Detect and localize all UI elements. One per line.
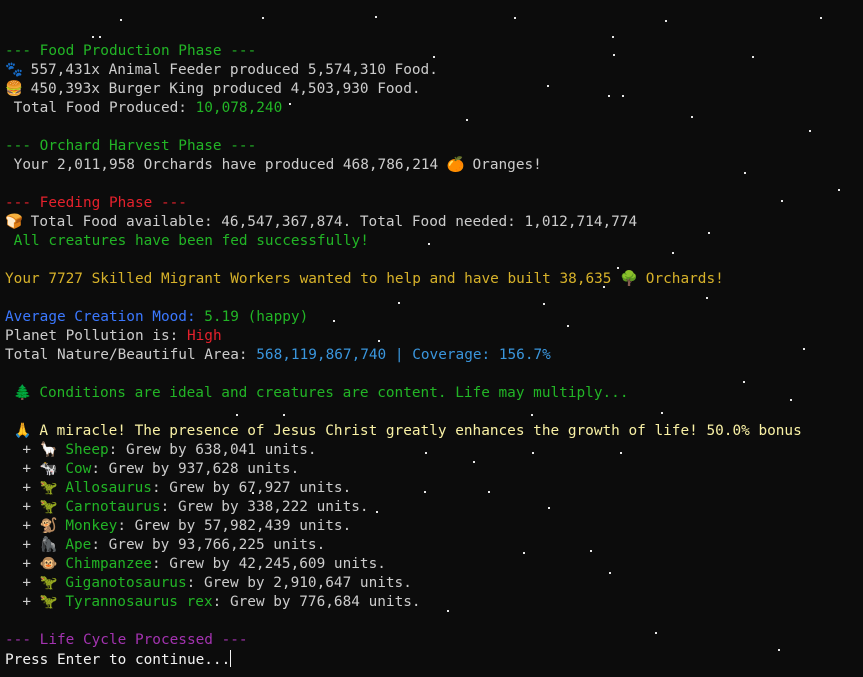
dinosaur-icon: 🦖 [39,575,58,591]
monkey-icon: 🐒 [39,518,58,534]
bread-icon: 🍞 [5,214,23,230]
animal-feeder-text: 557,431x Animal Feeder produced 5,574,31… [22,62,438,78]
growth-text: : Grew by 638,041 units. [108,442,317,458]
creature-name: Giganotosaurus [65,575,187,591]
growth-text: : Grew by 2,910,647 units. [186,575,412,591]
star-dot [665,20,667,22]
star-dot [820,17,822,19]
pollution-line: Planet Pollution is: High [5,327,855,346]
burger-king-text: 450,393x Burger King produced 4,503,930 … [22,81,421,97]
mood-line: Average Creation Mood: 5.19 (happy) [5,308,855,327]
growth-row: + 🦖 Carnotaurus: Grew by 338,222 units. [5,499,369,515]
creature-name: Carnotaurus [65,499,161,515]
growth-text: : Grew by 57,982,439 units. [117,518,352,534]
text-cursor [230,650,232,667]
migrant-workers-line: Your 7727 Skilled Migrant Workers wanted… [5,270,855,289]
terminal-output[interactable]: --- Food Production Phase --- 🐾 557,431x… [5,42,855,669]
creature-name: Monkey [65,518,118,534]
growth-text: : Grew by 93,766,225 units. [91,537,326,553]
oranges-label: Oranges! [463,157,542,173]
paw-prints-icon: 🐾 [5,62,23,78]
star-dot [92,36,94,38]
conditions-text: Conditions are ideal and creatures are c… [30,385,629,401]
growth-row: + 🦖 Allosaurus: Grew by 67,927 units. [5,480,352,496]
monkey-face-icon: 🐵 [39,556,58,572]
growth-row: + 🦍 Ape: Grew by 93,766,225 units. [5,537,326,553]
star-dot [514,17,516,19]
deciduous-tree-icon: 🌳 [620,271,639,287]
pollution-label: Planet Pollution is: [5,328,187,344]
orchard-harvest-text: Your 2,011,958 Orchards have produced 46… [5,157,447,173]
star-dot [99,36,101,38]
dinosaur-icon: 🦖 [39,499,58,515]
gorilla-icon: 🦍 [39,537,58,553]
migrant-workers-text: Your 7727 Skilled Migrant Workers wanted… [5,271,621,287]
conditions-line: 🌲 Conditions are ideal and creatures are… [5,384,855,403]
food-phase-header: --- Food Production Phase --- [5,43,257,59]
growth-row: + 🦙 Sheep: Grew by 638,041 units. [5,442,317,458]
orchard-phase-header: --- Orchard Harvest Phase --- [5,138,257,154]
creature-name: Chimpanzee [65,556,152,572]
star-dot [375,16,377,18]
orange-icon: 🍊 [446,157,465,173]
total-food-value: 10,078,240 [195,100,283,116]
growth-row: + 🐒 Monkey: Grew by 57,982,439 units. [5,518,352,534]
nature-area-value: 568,119,867,740 | Coverage: 156.7% [256,347,551,363]
continue-prompt-line[interactable]: Press Enter to continue... [5,650,855,669]
fed-successfully-line: All creatures have been fed successfully… [5,233,369,249]
creature-name: Cow [65,461,92,477]
growth-text: : Grew by 42,245,609 units. [151,556,386,572]
growth-text: : Grew by 67,927 units. [151,480,352,496]
star-dot [262,17,264,19]
feeding-phase-header: --- Feeding Phase --- [5,195,187,211]
lifecycle-header: --- Life Cycle Processed --- [5,632,248,648]
mood-value: 5.19 (happy) [195,309,309,325]
dinosaur-icon: 🦖 [39,480,58,496]
dinosaur-icon: 🦖 [39,594,58,610]
growth-row: + 🐵 Chimpanzee: Grew by 42,245,609 units… [5,556,386,572]
pollution-value: High [186,328,222,344]
star-dot [612,36,614,38]
creature-name: Ape [65,537,92,553]
total-food-label: Total Food Produced: [5,100,196,116]
mood-label: Average Creation Mood: [5,309,196,325]
growth-text: : Grew by 338,222 units. [160,499,369,515]
llama-icon: 🦙 [39,442,58,458]
miracle-text: A miracle! The presence of Jesus Christ … [30,423,802,439]
nature-area-line: Total Nature/Beautiful Area: 568,119,867… [5,346,855,365]
creature-name: Allosaurus [65,480,152,496]
total-food-line: Total Food Produced: 10,078,240 [5,99,855,118]
burger-king-line: 🍔 450,393x Burger King produced 4,503,93… [5,80,855,99]
creature-name: Sheep [65,442,109,458]
orchard-harvest-line: Your 2,011,958 Orchards have produced 46… [5,156,855,175]
cow-icon: 🐄 [39,461,58,477]
star-dot [120,19,122,21]
food-available-line: 🍞 Total Food available: 46,547,367,874. … [5,213,855,232]
food-available-text: Total Food available: 46,547,367,874. To… [22,214,638,230]
growth-row: + 🐄 Cow: Grew by 937,628 units. [5,461,300,477]
orchards-label: Orchards! [637,271,724,287]
growth-row: + 🦖 Giganotosaurus: Grew by 2,910,647 un… [5,575,412,591]
evergreen-tree-icon: 🌲 [13,385,32,401]
growth-row: + 🦖 Tyrannosaurus rex: Grew by 776,684 u… [5,594,421,610]
growth-text: : Grew by 776,684 units. [212,594,421,610]
growth-text: : Grew by 937,628 units. [91,461,300,477]
burger-icon: 🍔 [5,81,23,97]
miracle-line: 🙏 A miracle! The presence of Jesus Chris… [5,422,855,441]
continue-prompt: Press Enter to continue... [5,652,231,668]
creature-name: Tyrannosaurus rex [65,594,213,610]
nature-area-label: Total Nature/Beautiful Area: [5,347,257,363]
animal-feeder-line: 🐾 557,431x Animal Feeder produced 5,574,… [5,61,855,80]
praying-hands-icon: 🙏 [13,423,32,439]
